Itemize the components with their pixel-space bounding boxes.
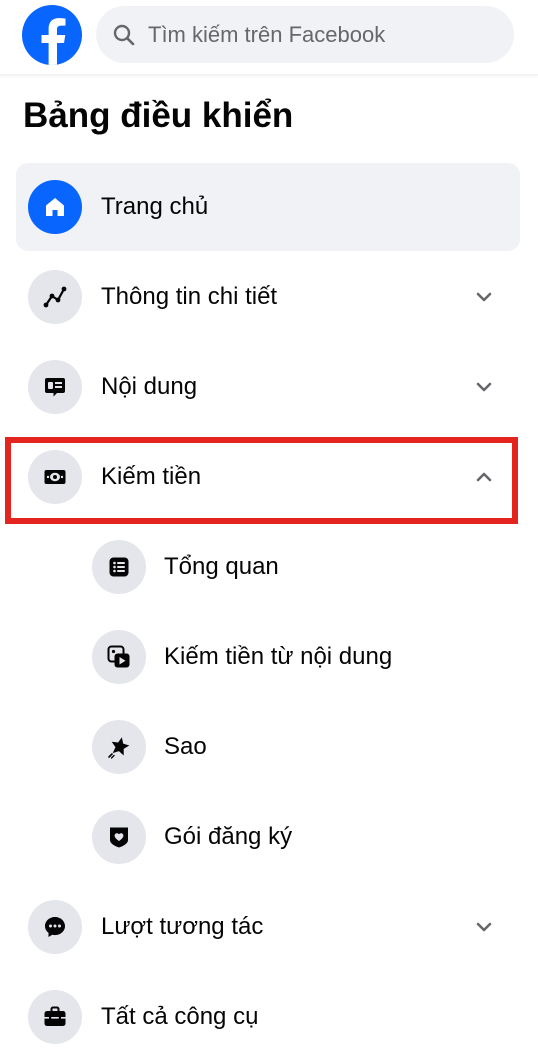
nav-item-engagement[interactable]: Lượt tương tác (16, 883, 520, 971)
subnav-item-content-monetization[interactable]: Kiếm tiền từ nội dung (80, 613, 520, 701)
subnav-item-stars[interactable]: Sao (80, 703, 520, 791)
video-monetization-icon (107, 645, 130, 668)
nav-item-home[interactable]: Trang chủ (16, 163, 520, 251)
search-icon (113, 24, 135, 46)
nav-item-insights[interactable]: Thông tin chi tiết (16, 253, 520, 341)
nav-item-label: Nội dung (101, 373, 198, 400)
facebook-logo-icon[interactable] (22, 5, 82, 65)
chevron-down-icon[interactable] (472, 375, 496, 399)
insights-chart-icon (43, 286, 67, 308)
nav-item-label: Lượt tương tác (101, 913, 264, 940)
chevron-down-icon[interactable] (472, 915, 496, 939)
search-input[interactable] (148, 6, 498, 63)
nav-item-all-tools[interactable]: Tất cả công cụ (16, 973, 520, 1052)
subnav-item-label: Tổng quan (164, 553, 279, 580)
subnav-item-label: Kiếm tiền từ nội dung (164, 643, 393, 670)
top-bar (0, 0, 538, 78)
nav-item-content[interactable]: Nội dung (16, 343, 520, 431)
chevron-down-icon[interactable] (472, 285, 496, 309)
content-icon (45, 378, 65, 397)
list-icon (109, 557, 129, 577)
highlight-box (5, 437, 518, 524)
subnav-item-label: Sao (164, 733, 207, 760)
nav-item-label: Thông tin chi tiết (101, 283, 278, 310)
toolbox-icon (44, 1006, 66, 1026)
page-title: Bảng điều khiển (23, 96, 294, 135)
stars-icon (108, 737, 130, 759)
home-icon (46, 198, 64, 216)
subnav-item-overview[interactable]: Tổng quan (80, 523, 520, 611)
nav-item-label: Trang chủ (101, 193, 209, 220)
subnav-item-subscriptions[interactable]: Gói đăng ký (80, 793, 520, 881)
subscription-heart-icon (110, 827, 128, 848)
subnav-item-label: Gói đăng ký (164, 823, 293, 850)
header-divider (0, 74, 538, 78)
chat-bubble-icon (45, 917, 65, 937)
search-box[interactable] (96, 6, 514, 63)
nav-item-label: Tất cả công cụ (101, 1003, 259, 1030)
